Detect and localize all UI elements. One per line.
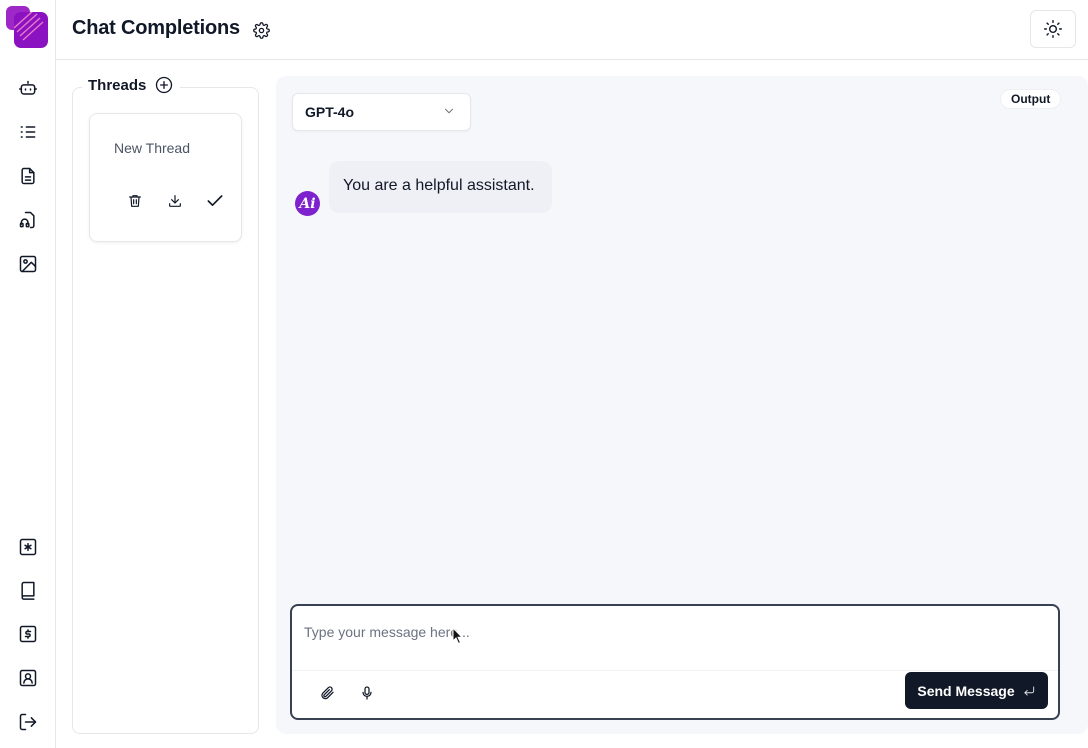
logout-icon (19, 713, 37, 731)
rail-billing-button[interactable] (14, 620, 42, 648)
message-bubble: You are a helpful assistant. (329, 161, 552, 213)
message-input[interactable] (304, 620, 1044, 644)
download-icon (169, 195, 181, 207)
rail-account-button[interactable] (14, 664, 42, 692)
assistant-avatar-label: Ai (299, 195, 316, 212)
chevron-down-icon (442, 104, 456, 118)
thread-actions (124, 190, 226, 212)
top-header: Chat Completions (56, 0, 1088, 60)
page-title: Chat Completions (72, 17, 240, 39)
check-icon (207, 195, 223, 206)
delete-thread-button[interactable] (124, 190, 146, 212)
paperclip-icon (321, 686, 334, 700)
rail-list-button[interactable] (14, 118, 42, 146)
download-thread-button[interactable] (164, 190, 186, 212)
trash-icon (129, 195, 141, 207)
select-thread-button[interactable] (204, 190, 226, 212)
book-icon (21, 581, 35, 600)
user-box-icon (19, 669, 37, 687)
rail-logout-button[interactable] (14, 708, 42, 736)
sidebar-rail (0, 0, 56, 748)
message-composer: Send Message (290, 604, 1060, 720)
output-badge: Output (1000, 89, 1062, 109)
rail-audio-button[interactable] (14, 206, 42, 234)
thread-name: New Thread (114, 140, 191, 156)
asterisk-box-icon (19, 538, 37, 556)
sun-icon (1043, 19, 1063, 39)
rail-docs-button[interactable] (14, 576, 42, 604)
composer-divider (292, 670, 1058, 671)
document-icon (21, 167, 35, 185)
theme-toggle-button[interactable] (1030, 10, 1076, 48)
add-thread-button[interactable] (154, 75, 174, 95)
assistant-avatar: Ai (295, 191, 320, 216)
attach-file-button[interactable] (316, 682, 338, 704)
image-icon (19, 255, 37, 273)
enter-key-icon (1022, 684, 1036, 698)
threads-header: Threads (82, 75, 181, 95)
rail-asterisk-button[interactable] (14, 533, 42, 561)
send-message-label: Send Message (917, 682, 1015, 699)
threads-title: Threads (88, 76, 147, 94)
message-text: You are a helpful assistant. (343, 177, 535, 194)
settings-button[interactable] (251, 20, 271, 40)
microphone-icon (362, 686, 372, 700)
rail-documents-button[interactable] (14, 162, 42, 190)
headphones-file-icon (19, 211, 35, 229)
model-select-value: GPT-4o (305, 104, 355, 120)
dollar-box-icon (19, 625, 37, 643)
rail-bot-button[interactable] (14, 75, 42, 103)
plus-circle-icon (156, 76, 173, 94)
mouse-cursor-icon (452, 627, 464, 645)
list-icon (20, 126, 36, 138)
model-select[interactable]: GPT-4o (292, 93, 471, 131)
bot-icon (18, 80, 38, 95)
gear-icon (252, 21, 270, 39)
send-message-button[interactable]: Send Message (905, 672, 1048, 709)
thread-card[interactable]: New Thread (89, 113, 242, 242)
voice-input-button[interactable] (356, 682, 378, 704)
rail-images-button[interactable] (14, 250, 42, 278)
app-logo[interactable] (4, 6, 50, 50)
